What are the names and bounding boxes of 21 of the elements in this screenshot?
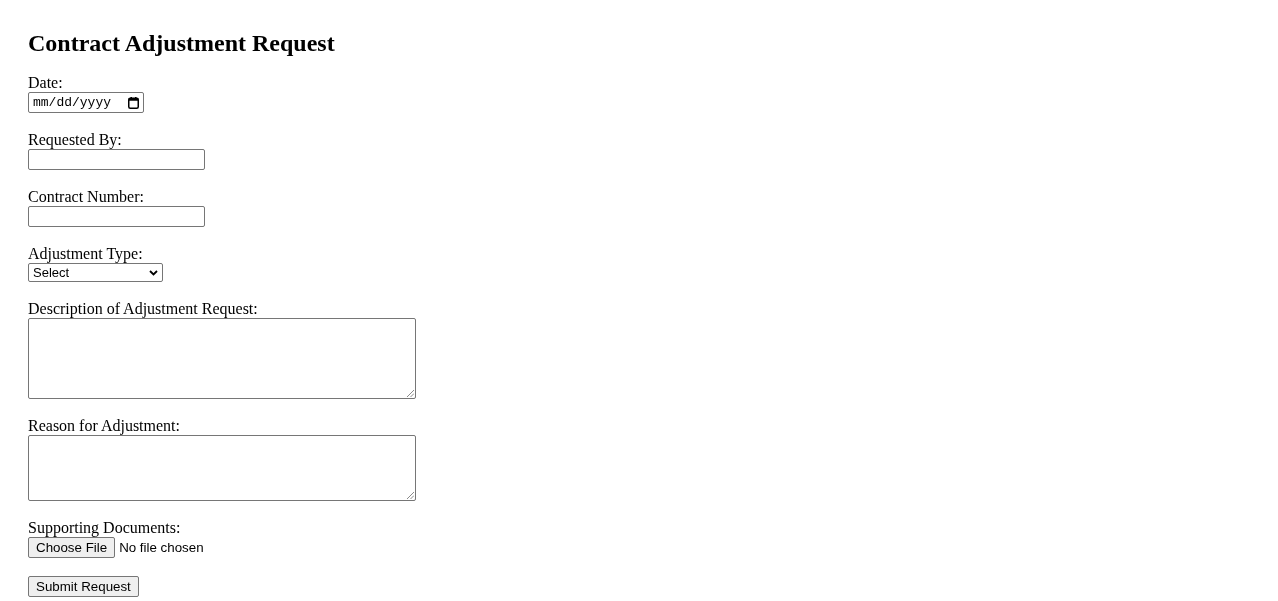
field-label: Supporting Documents:: [28, 519, 181, 537]
chevron-icon: [149, 269, 158, 276]
text-area[interactable]: [28, 318, 416, 399]
field-label: Reason for Adjustment:: [28, 417, 180, 435]
text-area[interactable]: [28, 435, 416, 501]
date-field[interactable]: mm/dd/yyyy: [28, 92, 144, 113]
field-label: Date:: [28, 74, 63, 92]
calendar-icon[interactable]: [128, 96, 139, 109]
text-field[interactable]: [28, 206, 205, 227]
file-status-text: No file chosen: [119, 540, 204, 555]
submit-button[interactable]: Submit Request: [28, 576, 139, 597]
field-label: Description of Adjustment Request:: [28, 300, 258, 318]
page-title: Contract Adjustment Request: [28, 29, 335, 58]
choose-file-button[interactable]: Choose File: [28, 537, 116, 558]
resize-grip-icon[interactable]: [407, 390, 414, 397]
dropdown[interactable]: Select: [28, 263, 163, 282]
field-label: Requested By:: [28, 131, 122, 149]
field-label: Adjustment Type:: [28, 245, 143, 263]
resize-grip-icon[interactable]: [407, 492, 414, 499]
text-field[interactable]: [28, 149, 205, 170]
field-label: Contract Number:: [28, 188, 144, 206]
